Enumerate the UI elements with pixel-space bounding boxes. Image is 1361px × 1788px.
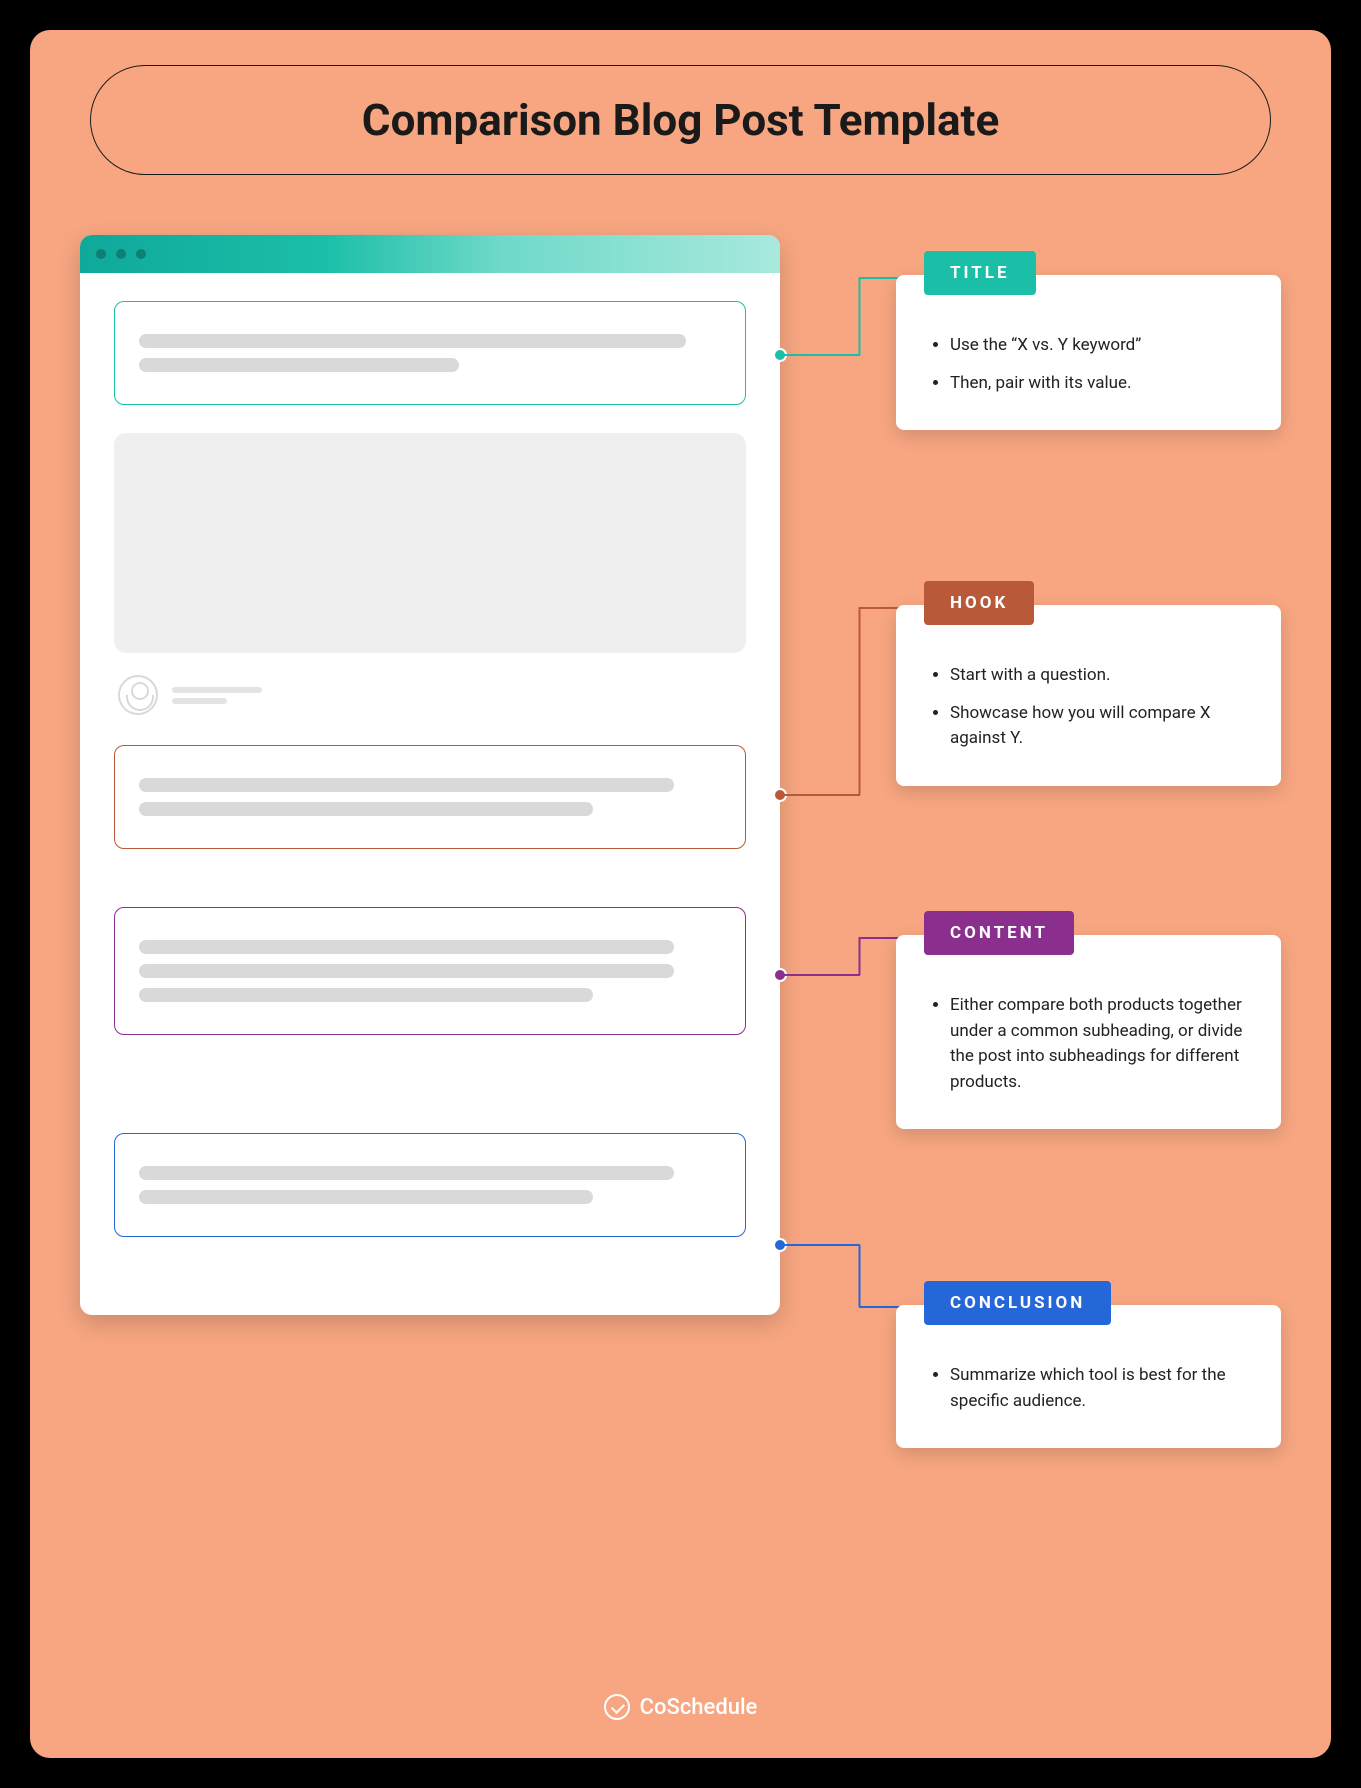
callout-item: Summarize which tool is best for the spe… — [950, 1363, 1251, 1414]
placeholder-line — [139, 1190, 593, 1204]
browser-body — [80, 273, 780, 1315]
placeholder-line — [139, 778, 674, 792]
callout-conclusion: CONCLUSION Summarize which tool is best … — [896, 1305, 1281, 1448]
callout-item: Use the “X vs. Y keyword” — [950, 333, 1251, 359]
placeholder-line — [139, 358, 459, 372]
browser-mock — [80, 235, 780, 1315]
callout-item: Showcase how you will compare X against … — [950, 701, 1251, 752]
callout-list: Summarize which tool is best for the spe… — [896, 1363, 1281, 1414]
placeholder-line — [139, 964, 674, 978]
page-title-pill: Comparison Blog Post Template — [90, 65, 1271, 175]
author-meta — [172, 682, 262, 709]
diagram-layout: TITLE Use the “X vs. Y keyword” Then, pa… — [80, 235, 1281, 1615]
placeholder-line — [172, 698, 227, 704]
mock-author-row — [114, 671, 746, 745]
placeholder-line — [139, 1166, 674, 1180]
placeholder-line — [139, 988, 593, 1002]
mock-title-section — [114, 301, 746, 405]
callout-list: Use the “X vs. Y keyword” Then, pair wit… — [896, 333, 1281, 396]
window-dot-icon — [136, 249, 146, 259]
browser-titlebar — [80, 235, 780, 273]
callout-title: TITLE Use the “X vs. Y keyword” Then, pa… — [896, 275, 1281, 430]
brand-check-icon — [604, 1694, 630, 1720]
callout-tag: HOOK — [924, 581, 1034, 625]
mock-content-section — [114, 907, 746, 1035]
window-dot-icon — [116, 249, 126, 259]
callout-tag: CONTENT — [924, 911, 1074, 955]
callout-item: Then, pair with its value. — [950, 371, 1251, 397]
mock-hook-section — [114, 745, 746, 849]
brand-name: CoSchedule — [640, 1695, 758, 1720]
window-dot-icon — [96, 249, 106, 259]
footer: CoSchedule — [30, 1694, 1331, 1720]
placeholder-line — [139, 334, 686, 348]
callout-item: Either compare both products together un… — [950, 993, 1251, 1095]
infographic-canvas: Comparison Blog Post Template — [30, 30, 1331, 1758]
callout-list: Start with a question. Showcase how you … — [896, 663, 1281, 752]
page-title: Comparison Blog Post Template — [131, 94, 1230, 146]
callout-content: CONTENT Either compare both products tog… — [896, 935, 1281, 1129]
placeholder-line — [139, 940, 674, 954]
callout-tag: TITLE — [924, 251, 1036, 295]
callout-hook: HOOK Start with a question. Showcase how… — [896, 605, 1281, 786]
mock-featured-image — [114, 433, 746, 653]
placeholder-line — [172, 687, 262, 693]
avatar-icon — [118, 675, 158, 715]
callout-tag: CONCLUSION — [924, 1281, 1111, 1325]
placeholder-line — [139, 802, 593, 816]
callout-list: Either compare both products together un… — [896, 993, 1281, 1095]
mock-conclusion-section — [114, 1133, 746, 1237]
callout-item: Start with a question. — [950, 663, 1251, 689]
